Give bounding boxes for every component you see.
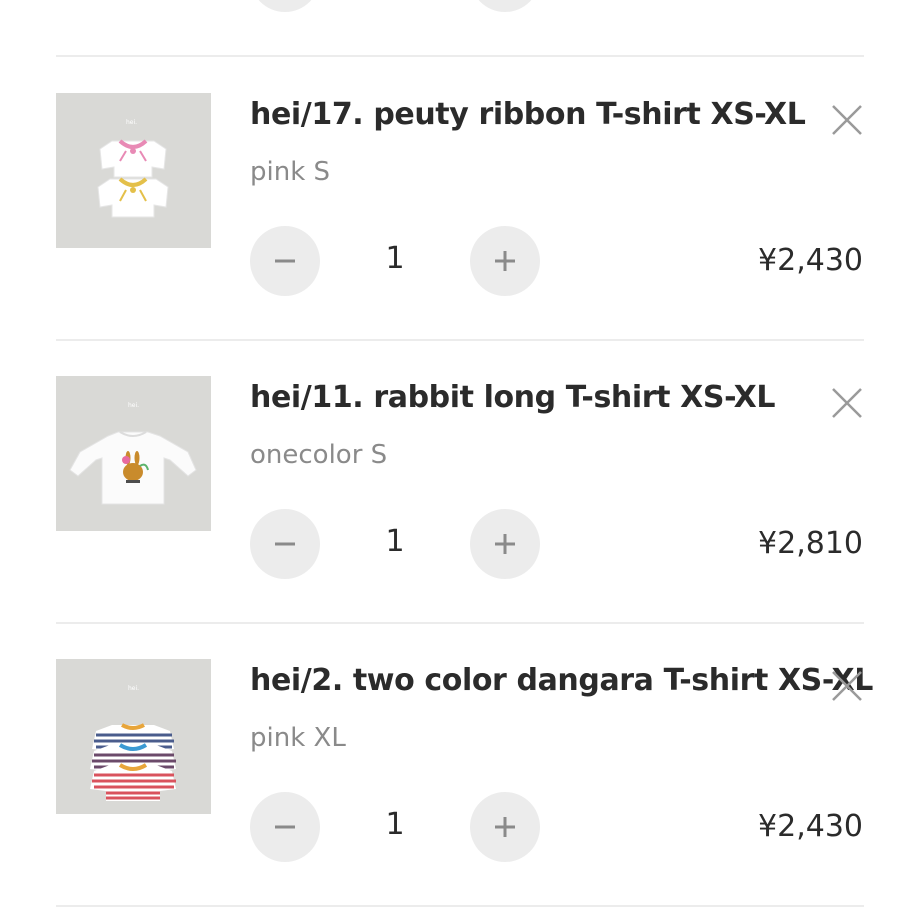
item-price: ¥2,430 — [758, 809, 863, 844]
plus-icon — [495, 817, 515, 837]
quantity-value: 1 — [385, 807, 405, 842]
plus-icon — [495, 534, 515, 554]
svg-text:hei.: hei. — [128, 402, 139, 409]
quantity-value: 1 — [385, 524, 405, 559]
increase-quantity-button[interactable] — [470, 792, 540, 862]
remove-item-button[interactable] — [828, 384, 866, 422]
plus-icon — [495, 251, 515, 271]
increase-quantity-button[interactable] — [470, 226, 540, 296]
quantity-value: 1 — [385, 241, 405, 276]
item-price: ¥2,430 — [758, 243, 863, 278]
cart-item: hei. hei/17. peuty ribbon T-shirt XS-XL … — [0, 57, 920, 340]
close-icon — [832, 388, 862, 418]
product-variant: onecolor S — [250, 440, 388, 470]
cart-item: hei. hei/11. rabbit long T-shirt XS-XL o… — [0, 340, 920, 623]
item-price: ¥2,810 — [758, 526, 863, 561]
decrease-quantity-button[interactable] — [250, 509, 320, 579]
cart-item: hei. hei/2. two color dangara T-shirt XS… — [0, 623, 920, 906]
remove-item-button[interactable] — [828, 667, 866, 705]
divider — [56, 905, 864, 907]
svg-text:hei.: hei. — [126, 119, 137, 126]
minus-icon — [275, 259, 295, 263]
previous-item-increase-button[interactable] — [470, 0, 540, 12]
cart-page: hei. hei/17. peuty ribbon T-shirt XS-XL … — [0, 0, 920, 920]
minus-icon — [275, 542, 295, 546]
increase-quantity-button[interactable] — [470, 509, 540, 579]
remove-item-button[interactable] — [828, 101, 866, 139]
close-icon — [832, 105, 862, 135]
minus-icon — [275, 825, 295, 829]
product-image[interactable]: hei. — [56, 376, 211, 531]
product-title[interactable]: hei/17. peuty ribbon T-shirt XS-XL — [250, 97, 806, 132]
product-image[interactable]: hei. — [56, 659, 211, 814]
product-variant: pink XL — [250, 723, 346, 753]
product-image[interactable]: hei. — [56, 93, 211, 248]
product-title[interactable]: hei/2. two color dangara T-shirt XS-XL — [250, 663, 873, 698]
svg-text:hei.: hei. — [128, 685, 139, 692]
product-title[interactable]: hei/11. rabbit long T-shirt XS-XL — [250, 380, 776, 415]
decrease-quantity-button[interactable] — [250, 792, 320, 862]
previous-item-decrease-button[interactable] — [250, 0, 320, 12]
decrease-quantity-button[interactable] — [250, 226, 320, 296]
product-variant: pink S — [250, 157, 331, 187]
close-icon — [832, 671, 862, 701]
